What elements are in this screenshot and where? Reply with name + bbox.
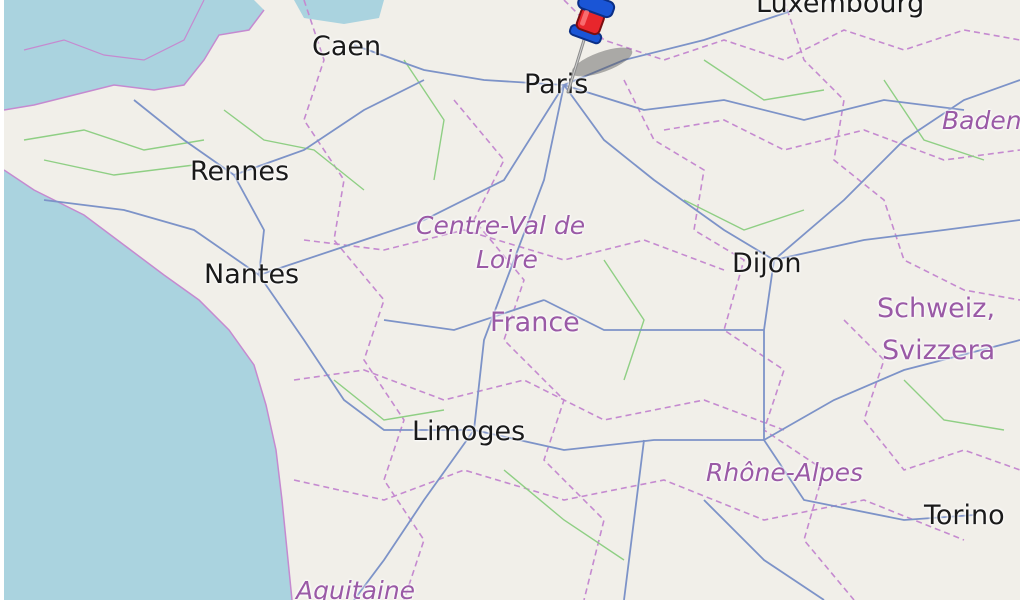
label-luxembourg: Luxembourg — [756, 0, 925, 19]
map-view[interactable]: Luxembourg Caen Paris Baden Rennes Centr… — [4, 0, 1020, 600]
pushpin-icon[interactable] — [552, 0, 622, 95]
label-schweiz: Schweiz, — [877, 293, 996, 324]
label-torino: Torino — [924, 500, 1005, 531]
label-rhone-alpes: Rhône-Alpes — [706, 458, 864, 487]
label-aquitaine: Aquitaine — [296, 576, 416, 600]
bay-of-biscay — [4, 170, 292, 600]
label-dijon: Dijon — [732, 248, 802, 279]
atlantic-ocean — [4, 0, 264, 110]
label-limoges: Limoges — [412, 416, 526, 447]
label-centre-val-de-loire-1: Centre-Val de — [416, 211, 586, 240]
label-svizzera: Svizzera — [882, 335, 996, 366]
label-caen: Caen — [312, 31, 382, 62]
label-centre-val-de-loire-2: Loire — [476, 245, 538, 274]
label-baden: Baden — [942, 106, 1020, 135]
label-rennes: Rennes — [190, 156, 290, 187]
label-france: France — [490, 307, 580, 338]
map-tiles — [4, 0, 1020, 600]
label-nantes: Nantes — [204, 259, 300, 290]
